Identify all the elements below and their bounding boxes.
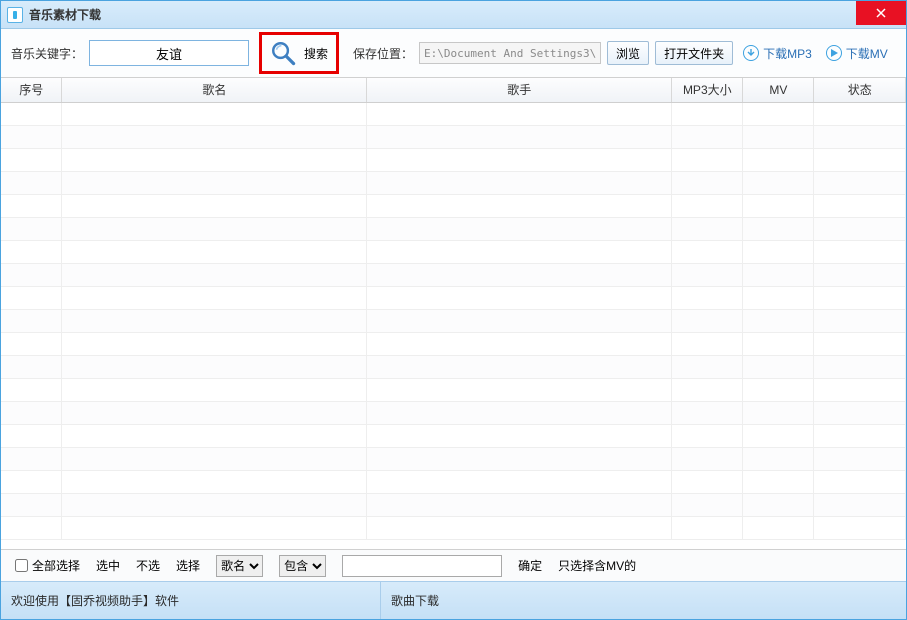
choose-label: 选择 xyxy=(176,557,200,574)
col-header[interactable]: 歌名 xyxy=(62,78,367,102)
open-folder-label: 打开文件夹 xyxy=(664,45,724,62)
col-header[interactable]: MV xyxy=(743,78,814,102)
download-mv-button[interactable]: 下载MV xyxy=(822,45,892,62)
col-header[interactable]: 状态 xyxy=(814,78,906,102)
download-mp3-label: 下载MP3 xyxy=(763,45,812,62)
check-link[interactable]: 选中 xyxy=(96,557,120,574)
only-mv-link[interactable]: 只选择含MV的 xyxy=(558,557,636,574)
table-row[interactable] xyxy=(1,286,906,309)
col-header[interactable]: 歌手 xyxy=(367,78,672,102)
select-all-checkbox[interactable]: 全部选择 xyxy=(15,557,80,574)
keyword-input[interactable] xyxy=(89,40,249,66)
table-row[interactable] xyxy=(1,378,906,401)
table-row[interactable] xyxy=(1,171,906,194)
col-header[interactable]: 序号 xyxy=(1,78,62,102)
download-mv-label: 下载MV xyxy=(846,45,888,62)
download-mp3-button[interactable]: 下载MP3 xyxy=(739,45,816,62)
toolbar: 音乐关键字： 搜索 保存位置： 浏览 打开文件夹 下载MP3 下载MV xyxy=(1,29,906,77)
table-row[interactable] xyxy=(1,263,906,286)
table-header-row: 序号歌名歌手MP3大小MV状态 xyxy=(1,78,906,102)
results-table: 序号歌名歌手MP3大小MV状态 xyxy=(1,78,906,540)
save-path-input[interactable] xyxy=(419,42,601,64)
table-row[interactable] xyxy=(1,424,906,447)
browse-button[interactable]: 浏览 xyxy=(607,41,649,65)
table-row[interactable] xyxy=(1,332,906,355)
status-bar: 欢迎使用【固乔视频助手】软件 歌曲下载 xyxy=(1,581,906,619)
table-row[interactable] xyxy=(1,148,906,171)
table-row[interactable] xyxy=(1,194,906,217)
filter-bar: 全部选择 选中 不选 选择 歌名 包含 确定 只选择含MV的 xyxy=(1,549,906,581)
window-title: 音乐素材下载 xyxy=(29,6,101,23)
table-body xyxy=(1,102,906,539)
status-right: 歌曲下载 xyxy=(381,582,906,619)
filter-field-select[interactable]: 歌名 xyxy=(216,555,263,577)
table-row[interactable] xyxy=(1,493,906,516)
table-row[interactable] xyxy=(1,240,906,263)
save-location-label: 保存位置： xyxy=(353,45,413,62)
search-label: 搜索 xyxy=(304,45,328,62)
confirm-link[interactable]: 确定 xyxy=(518,557,542,574)
browse-label: 浏览 xyxy=(616,45,640,62)
open-folder-button[interactable]: 打开文件夹 xyxy=(655,41,733,65)
table-row[interactable] xyxy=(1,401,906,424)
select-all-label: 全部选择 xyxy=(32,557,80,574)
uncheck-link[interactable]: 不选 xyxy=(136,557,160,574)
keyword-label: 音乐关键字： xyxy=(11,45,83,62)
play-icon xyxy=(826,45,842,61)
close-icon xyxy=(876,8,886,18)
select-all-input[interactable] xyxy=(15,559,28,572)
search-icon xyxy=(270,40,296,66)
table-row[interactable] xyxy=(1,125,906,148)
col-header[interactable]: MP3大小 xyxy=(672,78,743,102)
table-row[interactable] xyxy=(1,470,906,493)
table-row[interactable] xyxy=(1,516,906,539)
table-row[interactable] xyxy=(1,309,906,332)
status-left: 欢迎使用【固乔视频助手】软件 xyxy=(1,582,381,619)
download-icon xyxy=(743,45,759,61)
table-row[interactable] xyxy=(1,102,906,125)
filter-text-input[interactable] xyxy=(342,555,502,577)
table-row[interactable] xyxy=(1,447,906,470)
close-button[interactable] xyxy=(856,1,906,25)
filter-op-select[interactable]: 包含 xyxy=(279,555,326,577)
table-row[interactable] xyxy=(1,355,906,378)
app-icon xyxy=(7,7,23,23)
results-table-wrap: 序号歌名歌手MP3大小MV状态 xyxy=(1,77,906,549)
table-row[interactable] xyxy=(1,217,906,240)
titlebar: 音乐素材下载 xyxy=(1,1,906,29)
search-button[interactable]: 搜索 xyxy=(259,32,339,74)
